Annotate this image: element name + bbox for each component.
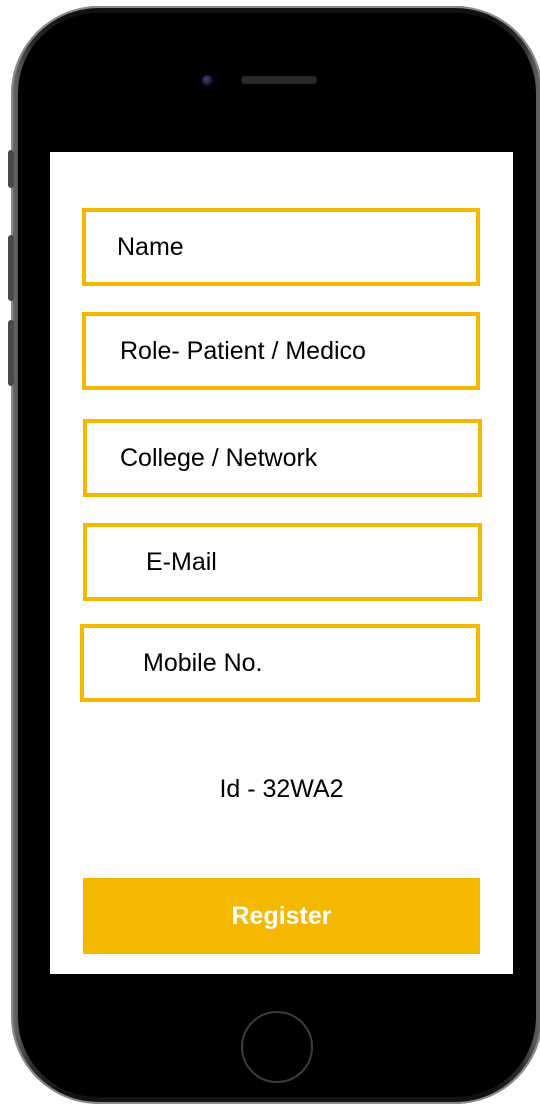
college-network-field-placeholder: College / Network (120, 443, 318, 472)
speaker-grille-icon (241, 76, 317, 84)
user-id-label: Id - 32WA2 (219, 775, 344, 803)
volume-down-button (8, 320, 14, 386)
name-field-placeholder: Name (117, 232, 184, 261)
register-button[interactable]: Register (83, 878, 480, 954)
email-field[interactable]: E-Mail (83, 523, 482, 601)
role-field[interactable]: Role- Patient / Medico (82, 312, 480, 390)
registration-screen: Name Role- Patient / Medico College / Ne… (50, 152, 513, 974)
mobile-number-field-placeholder: Mobile No. (143, 648, 263, 677)
role-field-placeholder: Role- Patient / Medico (120, 336, 366, 365)
college-network-field[interactable]: College / Network (83, 419, 482, 497)
mobile-number-field[interactable]: Mobile No. (80, 624, 480, 702)
front-camera-icon (202, 75, 213, 86)
name-field[interactable]: Name (82, 208, 480, 286)
home-button-icon[interactable] (241, 1011, 313, 1083)
volume-up-button (8, 235, 14, 301)
email-field-placeholder: E-Mail (146, 547, 217, 576)
mute-switch (8, 150, 14, 188)
